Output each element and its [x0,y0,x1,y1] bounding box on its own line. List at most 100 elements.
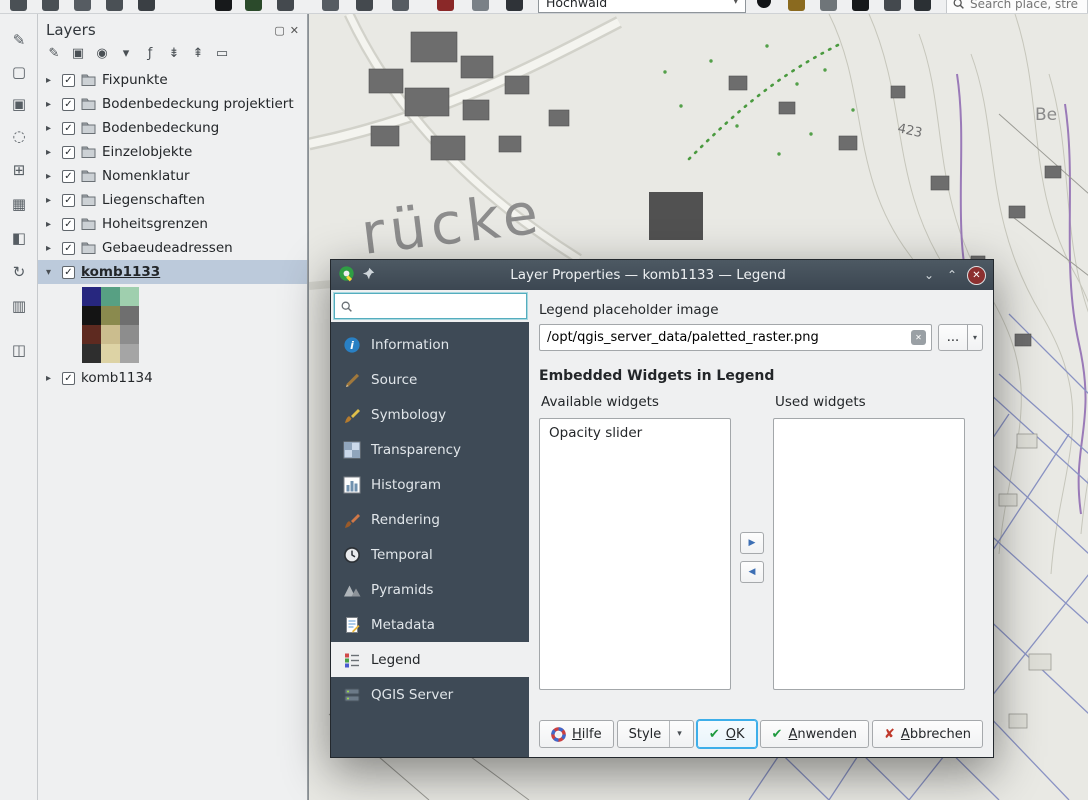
toolbar-icon[interactable]: ▥ [7,294,31,318]
toolbar-icon[interactable]: ✎ [7,28,31,52]
layer-checkbox[interactable]: ✓ [62,98,75,111]
tab-histogram[interactable]: Histogram [331,467,529,502]
info-icon[interactable] [757,0,771,8]
legend-image-path-input[interactable] [547,330,905,345]
tab-symbology[interactable]: Symbology [331,397,529,432]
toolbar-icon[interactable]: ◌ [7,124,31,148]
layer-checkbox[interactable]: ✓ [62,266,75,279]
layer-checkbox[interactable]: ✓ [62,372,75,385]
expander-icon[interactable]: ▸ [46,219,56,230]
layer-styling-icon[interactable]: ✎ [46,46,62,61]
tab-temporal[interactable]: Temporal [331,537,529,572]
toolbar-icon[interactable]: ↻ [7,260,31,284]
style-button[interactable]: Style ▾ [617,720,694,748]
tab-qgis-server[interactable]: QGIS Server [331,677,529,712]
layer-checkbox[interactable]: ✓ [62,170,75,183]
toolbar-icon[interactable] [138,0,155,11]
remove-widget-button[interactable]: ◀ [740,561,764,583]
ok-button[interactable]: ✔ OK [697,720,757,748]
layer-row-einzelobjekte[interactable]: ▸ ✓ Einzelobjekte [38,140,307,164]
toolbar-icon[interactable]: ▢ [7,60,31,84]
tab-information[interactable]: i Information [331,327,529,362]
toolbar-icon[interactable] [215,0,232,11]
toolbar-icon[interactable] [245,0,262,11]
properties-search[interactable] [334,293,527,319]
add-widget-button[interactable]: ▶ [740,532,764,554]
tab-legend[interactable]: Legend [331,642,529,677]
layer-row-fixpunkte[interactable]: ▸ ✓ Fixpunkte [38,68,307,92]
filter-expression-icon[interactable]: ƒ [142,46,158,61]
browse-dropdown-button[interactable]: ▾ [968,324,983,351]
toolbar-icon[interactable]: ◧ [7,226,31,250]
locator-search[interactable] [946,0,1088,14]
expander-icon[interactable]: ▾ [46,267,56,278]
theme-combo[interactable]: Hochwald ▾ [538,0,746,13]
legend-image-path-field[interactable]: ✕ [539,324,932,351]
toolbar-icon[interactable] [506,0,523,11]
expander-icon[interactable]: ▸ [46,123,56,134]
layer-row-liegenschaften[interactable]: ▸ ✓ Liegenschaften [38,188,307,212]
toolbar-icon[interactable] [42,0,59,11]
toolbar-icon[interactable] [10,0,27,11]
collapse-all-icon[interactable]: ⇞ [190,46,206,61]
tab-metadata[interactable]: Metadata [331,607,529,642]
layer-row-komb1133[interactable]: ▾ ✓ komb1133 [38,260,307,284]
pin-icon[interactable] [362,267,375,284]
used-widgets-list[interactable] [773,418,965,690]
expander-icon[interactable]: ▸ [46,243,56,254]
expand-all-icon[interactable]: ⇟ [166,46,182,61]
toolbar-icon[interactable] [277,0,294,11]
toolbar-icon[interactable] [356,0,373,11]
expander-icon[interactable]: ▸ [46,373,56,384]
layer-checkbox[interactable]: ✓ [62,122,75,135]
layer-row-gebaeudeadressen[interactable]: ▸ ✓ Gebaeudeadressen [38,236,307,260]
toolbar-icon[interactable] [914,0,931,11]
browse-button[interactable]: ... [938,324,968,351]
expander-icon[interactable]: ▸ [46,99,56,110]
layer-checkbox[interactable]: ✓ [62,194,75,207]
shade-button[interactable]: ⌄ [921,268,937,282]
toolbar-icon[interactable]: ⊞ [7,158,31,182]
toolbar-icon[interactable] [472,0,489,11]
tab-source[interactable]: Source [331,362,529,397]
tab-transparency[interactable]: Transparency [331,432,529,467]
toolbar-icon[interactable] [322,0,339,11]
expander-icon[interactable]: ▸ [46,147,56,158]
toolbar-icon[interactable] [852,0,869,11]
toolbar-icon[interactable]: ◫ [7,338,31,362]
tab-rendering[interactable]: Rendering [331,502,529,537]
dialog-titlebar[interactable]: Layer Properties — komb1133 — Legend ⌄ ⌃… [331,260,993,290]
add-group-icon[interactable]: ▣ [70,46,86,61]
layer-row-komb1134[interactable]: ▸ ✓ komb1134 [38,366,307,390]
layer-checkbox[interactable]: ✓ [62,146,75,159]
toolbar-icon[interactable] [392,0,409,11]
locator-search-input[interactable] [970,0,1080,11]
expander-icon[interactable]: ▸ [46,171,56,182]
layer-row-nomenklatur[interactable]: ▸ ✓ Nomenklatur [38,164,307,188]
float-panel-icon[interactable]: ▢ [274,24,284,37]
toolbar-icon[interactable] [106,0,123,11]
close-button[interactable]: ✕ [967,266,986,285]
map-themes-icon[interactable]: ◉ [94,46,110,61]
layer-checkbox[interactable]: ✓ [62,242,75,255]
clear-icon[interactable]: ✕ [911,330,926,345]
cancel-button[interactable]: ✘ Abbrechen [872,720,983,748]
toolbar-icon[interactable]: ▣ [7,92,31,116]
expander-icon[interactable]: ▸ [46,75,56,86]
toolbar-icon[interactable] [820,0,837,11]
toolbar-icon[interactable] [788,0,805,11]
tab-pyramids[interactable]: Pyramids [331,572,529,607]
filter-legend-icon[interactable]: ▾ [118,46,134,61]
help-button[interactable]: Hilfe [539,720,614,748]
properties-search-input[interactable] [357,299,521,314]
close-panel-icon[interactable]: ✕ [290,24,299,37]
toolbar-icon[interactable] [884,0,901,11]
layer-checkbox[interactable]: ✓ [62,218,75,231]
toolbar-icon[interactable] [74,0,91,11]
remove-layer-icon[interactable]: ▭ [214,46,230,61]
layer-checkbox[interactable]: ✓ [62,74,75,87]
layer-row-bodenbedeckung-projektiert[interactable]: ▸ ✓ Bodenbedeckung projektiert [38,92,307,116]
toolbar-icon[interactable] [437,0,454,11]
list-item-opacity-slider[interactable]: Opacity slider [543,422,727,444]
available-widgets-list[interactable]: Opacity slider [539,418,731,690]
